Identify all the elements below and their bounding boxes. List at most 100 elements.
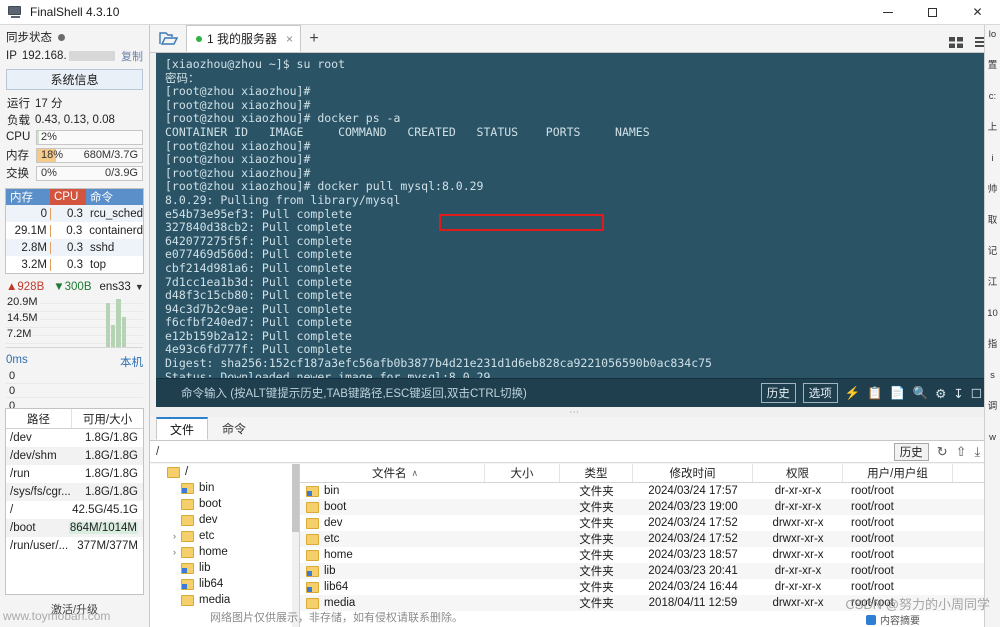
- resource-bar-detail: 680M/3.7G: [83, 148, 138, 161]
- process-col-mem[interactable]: 内存: [6, 189, 50, 205]
- grid-view-icon[interactable]: [949, 36, 964, 52]
- window-title: FinalShell 4.3.10: [30, 5, 120, 19]
- right-sidebar-item[interactable]: 帅: [985, 184, 1000, 195]
- new-tab-button[interactable]: +: [301, 25, 327, 52]
- disk-row[interactable]: /dev 1.8G/1.8G: [6, 429, 143, 447]
- right-sidebar-item[interactable]: 江: [985, 277, 1000, 288]
- activate-upgrade-link[interactable]: 激活/升级: [0, 601, 149, 617]
- paste-icon[interactable]: 📄: [890, 386, 906, 401]
- file-panel-tab-文件[interactable]: 文件: [156, 417, 209, 440]
- file-row[interactable]: lib64 文件夹 2024/03/24 16:44 dr-xr-xr-x root/r…: [300, 579, 1000, 595]
- tree-scrollbar[interactable]: [292, 464, 299, 627]
- tab-close-icon[interactable]: ×: [286, 32, 293, 46]
- ping-host[interactable]: 本机: [120, 354, 143, 370]
- disk-row[interactable]: /run/user/... 377M/377M: [6, 537, 143, 555]
- right-sidebar-item[interactable]: 置: [985, 60, 1000, 71]
- disk-row[interactable]: /boot 864M/1014M: [6, 519, 143, 537]
- command-input-placeholder[interactable]: 命令输入 (按ALT键提示历史,TAB键路径,ESC键返回,双击CTRL切换): [181, 385, 527, 401]
- file-name-cell: bin: [300, 485, 485, 497]
- file-row[interactable]: bin 文件夹 2024/03/24 17:57 dr-xr-xr-x root/roo…: [300, 483, 1000, 499]
- file-history-button[interactable]: 历史: [893, 442, 929, 461]
- right-sidebar-item[interactable]: w: [985, 432, 1000, 443]
- close-button[interactable]: ✕: [955, 0, 1000, 25]
- file-row[interactable]: home 文件夹 2024/03/23 18:57 drwxr-xr-x root/ro…: [300, 547, 1000, 563]
- tree-node-etc[interactable]: › etc: [150, 528, 299, 544]
- search-icon[interactable]: 🔍: [913, 386, 929, 401]
- right-sidebar-item[interactable]: 10: [985, 308, 1000, 319]
- session-tab[interactable]: 1 我的服务器 ×: [186, 25, 302, 52]
- process-col-cmd[interactable]: 命令: [86, 189, 143, 205]
- file-row[interactable]: etc 文件夹 2024/03/24 17:52 drwxr-xr-x root/roo…: [300, 531, 1000, 547]
- file-col-size[interactable]: 大小: [485, 464, 560, 482]
- process-row[interactable]: 29.1M 0.3 containerd: [6, 222, 143, 239]
- right-sidebar-item[interactable]: 记: [985, 246, 1000, 257]
- upload-icon[interactable]: ⇧: [956, 444, 967, 460]
- minimize-button[interactable]: [865, 0, 910, 25]
- process-row[interactable]: 0 0.3 rcu_sched: [6, 205, 143, 222]
- file-row[interactable]: dev 文件夹 2024/03/24 17:52 drwxr-xr-x root/roo…: [300, 515, 1000, 531]
- disk-row[interactable]: /dev/shm 1.8G/1.8G: [6, 447, 143, 465]
- app-icon: [8, 5, 23, 19]
- right-sidebar-item[interactable]: 上: [985, 122, 1000, 133]
- bolt-icon[interactable]: ⚡: [845, 386, 861, 401]
- process-col-cpu[interactable]: CPU: [50, 189, 86, 205]
- file-list[interactable]: 文件名 ∧ 大小 类型 修改时间 权限 用户/用户组 bin 文件夹 2024/03/…: [300, 464, 1000, 627]
- maximize-button[interactable]: [910, 0, 955, 25]
- current-path[interactable]: /: [156, 446, 159, 458]
- refresh-icon[interactable]: ↻: [937, 444, 948, 460]
- tree-expand-icon[interactable]: ›: [168, 531, 181, 541]
- open-folder-icon[interactable]: [150, 25, 186, 52]
- copy-icon[interactable]: 📋: [867, 386, 883, 401]
- tree-node-lib64[interactable]: lib64: [150, 576, 299, 592]
- network-interface[interactable]: ens33: [100, 281, 131, 293]
- command-history-button[interactable]: 历史: [760, 383, 796, 403]
- tree-node-media[interactable]: media: [150, 592, 299, 608]
- tree-node-root[interactable]: /: [150, 464, 299, 480]
- download-icon[interactable]: ↧: [953, 386, 963, 401]
- right-sidebar-item[interactable]: i: [985, 153, 1000, 164]
- command-input-bar[interactable]: 命令输入 (按ALT键提示历史,TAB键路径,ESC键返回,双击CTRL切换) …: [156, 378, 994, 407]
- file-col-owner[interactable]: 用户/用户组: [843, 464, 953, 482]
- file-col-time[interactable]: 修改时间: [633, 464, 753, 482]
- right-sidebar-item[interactable]: 指: [985, 339, 1000, 350]
- file-col-type[interactable]: 类型: [560, 464, 633, 482]
- terminal-output[interactable]: [xiaozhou@zhou ~]$ su root 密码： [root@zhou …: [156, 53, 994, 378]
- file-row[interactable]: boot 文件夹 2024/03/23 19:00 dr-xr-xr-x root/ro…: [300, 499, 1000, 515]
- file-row[interactable]: media 文件夹 2018/04/11 12:59 drwxr-xr-x root/r…: [300, 595, 1000, 611]
- file-row[interactable]: lib 文件夹 2024/03/23 20:41 dr-xr-xr-x root/roo…: [300, 563, 1000, 579]
- right-sidebar-item[interactable]: 调: [985, 401, 1000, 412]
- command-options-button[interactable]: 选项: [802, 383, 838, 403]
- copy-ip-link[interactable]: 复制: [121, 48, 143, 64]
- file-panel-tab-命令[interactable]: 命令: [208, 417, 261, 440]
- system-info-button[interactable]: 系统信息: [6, 69, 143, 90]
- right-collapsed-sidebar[interactable]: lo 置 c: 上 i 帅取记江 10 指 s 调 w: [984, 25, 1000, 627]
- file-col-name[interactable]: 文件名 ∧: [300, 464, 485, 482]
- tree-node-dev[interactable]: dev: [150, 512, 299, 528]
- right-sidebar-item[interactable]: 取: [985, 215, 1000, 226]
- right-sidebar-item[interactable]: s: [985, 370, 1000, 381]
- tree-expand-icon[interactable]: ›: [168, 547, 181, 557]
- file-name: lib: [324, 565, 336, 577]
- folder-icon: [181, 498, 194, 510]
- directory-tree[interactable]: / bin boot dev › etc › home lib lib64 media: [150, 464, 300, 627]
- right-sidebar-item[interactable]: c:: [985, 91, 1000, 102]
- disk-col-path[interactable]: 路径: [6, 409, 72, 428]
- tree-node-lib[interactable]: lib: [150, 560, 299, 576]
- resource-bar-track: 2%: [36, 129, 143, 145]
- disk-col-size[interactable]: 可用/大小: [72, 409, 143, 428]
- download-icon[interactable]: ⤓: [975, 444, 981, 460]
- disk-row[interactable]: /run 1.8G/1.8G: [6, 465, 143, 483]
- panel-splitter[interactable]: ⋯: [156, 407, 994, 418]
- disk-row[interactable]: / 42.5G/45.1G: [6, 501, 143, 519]
- gear-icon[interactable]: ⚙: [935, 386, 946, 401]
- right-sidebar-item[interactable]: lo: [985, 29, 1000, 40]
- process-row[interactable]: 3.2M 0.3 top: [6, 256, 143, 273]
- tree-node-bin[interactable]: bin: [150, 480, 299, 496]
- process-row[interactable]: 2.8M 0.3 sshd: [6, 239, 143, 256]
- chevron-down-icon[interactable]: ▼: [135, 282, 144, 292]
- window-icon[interactable]: ☐: [971, 386, 982, 401]
- file-col-perm[interactable]: 权限: [753, 464, 843, 482]
- disk-row[interactable]: /sys/fs/cgr... 1.8G/1.8G: [6, 483, 143, 501]
- tree-node-boot[interactable]: boot: [150, 496, 299, 512]
- tree-node-home[interactable]: › home: [150, 544, 299, 560]
